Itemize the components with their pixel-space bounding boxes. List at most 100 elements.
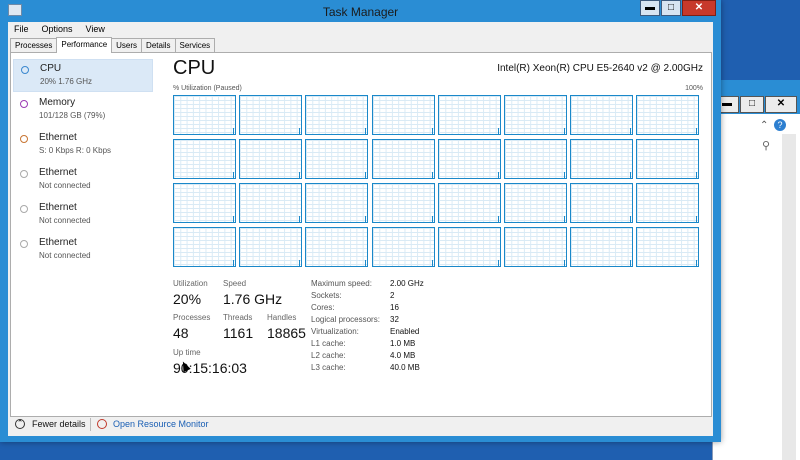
chevron-up-icon[interactable]: ⌃ bbox=[15, 419, 25, 429]
core-graph bbox=[371, 95, 435, 135]
core-graph bbox=[371, 183, 435, 223]
task-manager-window: Task Manager ▬ □ ✕ File Options View Pro… bbox=[0, 0, 721, 442]
tab-performance[interactable]: Performance bbox=[56, 37, 113, 53]
sidebar-item-memory[interactable]: Memory 101/128 GB (79%) bbox=[13, 94, 153, 127]
sidebar-item-ethernet[interactable]: Ethernet S: 0 Kbps R: 0 Kbps bbox=[13, 129, 153, 162]
resource-monitor-icon[interactable] bbox=[97, 419, 107, 429]
fewer-details-button[interactable]: Fewer details bbox=[32, 419, 86, 429]
sidebar-item-subtitle: 20% 1.76 GHz bbox=[40, 77, 93, 86]
menu-file[interactable]: File bbox=[14, 22, 29, 36]
close-button[interactable]: ✕ bbox=[682, 0, 716, 16]
core-graph-grid[interactable] bbox=[173, 95, 703, 267]
core-utilization-line bbox=[497, 216, 499, 222]
title-bar[interactable]: Task Manager ▬ □ ✕ bbox=[0, 0, 721, 22]
core-utilization-line bbox=[630, 172, 632, 178]
chevron-up-icon[interactable]: ⌃ bbox=[760, 120, 768, 131]
tab-details[interactable]: Details bbox=[141, 38, 176, 52]
sidebar-item-title: Ethernet bbox=[39, 167, 77, 178]
speed-value: 1.76 GHz bbox=[223, 291, 283, 307]
spec-label: Cores: bbox=[311, 303, 335, 312]
core-utilization-line bbox=[299, 260, 301, 266]
sidebar-item-ethernet[interactable]: Ethernet Not connected bbox=[13, 234, 153, 267]
core-graph bbox=[504, 95, 567, 135]
core-utilization-line bbox=[431, 260, 433, 266]
core-utilization-line bbox=[564, 172, 565, 178]
sidebar-item-title: Ethernet bbox=[39, 202, 77, 213]
core-utilization-line bbox=[497, 172, 499, 178]
core-utilization-line bbox=[365, 216, 367, 222]
core-utilization-line bbox=[233, 260, 234, 266]
handles-label: Handles bbox=[267, 313, 297, 322]
background-titlebar: ▬ □ ✕ bbox=[713, 80, 800, 114]
ethernet-icon bbox=[20, 135, 28, 143]
core-utilization-line bbox=[696, 172, 698, 178]
core-utilization-line bbox=[564, 260, 565, 266]
spec-label: L3 cache: bbox=[311, 363, 346, 372]
sidebar-item-subtitle: Not connected bbox=[39, 181, 91, 190]
core-graph bbox=[636, 139, 700, 179]
tab-services[interactable]: Services bbox=[174, 38, 216, 52]
core-graph bbox=[305, 183, 369, 223]
window-title: Task Manager bbox=[322, 5, 399, 19]
core-graph bbox=[305, 95, 369, 135]
core-graph bbox=[239, 95, 303, 135]
core-graph bbox=[239, 183, 303, 223]
core-graph bbox=[239, 139, 303, 179]
window-client: File Options View Processes Performance … bbox=[8, 22, 713, 436]
spec-value: 16 bbox=[390, 303, 399, 312]
sidebar-item-ethernet[interactable]: Ethernet Not connected bbox=[13, 199, 153, 232]
open-resource-monitor-link[interactable]: Open Resource Monitor bbox=[113, 419, 209, 429]
help-icon[interactable]: ? bbox=[774, 119, 786, 131]
tab-users[interactable]: Users bbox=[111, 38, 143, 52]
spec-value: 2.00 GHz bbox=[390, 279, 424, 288]
core-graph bbox=[636, 227, 700, 267]
footer: ⌃ Fewer details Open Resource Monitor bbox=[8, 417, 713, 435]
core-utilization-line bbox=[564, 216, 565, 222]
menu-view[interactable]: View bbox=[86, 22, 105, 36]
sidebar-item-title: Memory bbox=[39, 97, 76, 108]
resource-sidebar: CPU 20% 1.76 GHz Memory 101/128 GB (79%)… bbox=[11, 53, 155, 416]
memory-icon bbox=[20, 100, 28, 108]
handles-value: 18865 bbox=[267, 325, 306, 341]
performance-panel: CPU 20% 1.76 GHz Memory 101/128 GB (79%)… bbox=[10, 52, 712, 417]
core-graph bbox=[173, 183, 236, 223]
minimize-button[interactable]: ▬ bbox=[640, 0, 660, 16]
spec-label: L2 cache: bbox=[311, 351, 346, 360]
core-graph bbox=[305, 227, 369, 267]
sidebar-item-ethernet[interactable]: Ethernet Not connected bbox=[13, 164, 153, 197]
core-graph bbox=[305, 139, 369, 179]
background-scrollbar[interactable] bbox=[782, 134, 796, 460]
utilization-value: 20% bbox=[173, 291, 202, 307]
core-utilization-line bbox=[299, 172, 301, 178]
uptime-label: Up time bbox=[173, 348, 201, 357]
core-utilization-line bbox=[564, 128, 565, 134]
background-maximize-button[interactable]: □ bbox=[740, 96, 764, 113]
tab-processes[interactable]: Processes bbox=[10, 38, 58, 52]
utilization-label: Utilization bbox=[173, 279, 208, 288]
core-graph bbox=[570, 95, 634, 135]
core-graph bbox=[636, 183, 700, 223]
core-utilization-line bbox=[497, 260, 499, 266]
core-graph bbox=[173, 95, 236, 135]
sidebar-item-cpu[interactable]: CPU 20% 1.76 GHz bbox=[13, 59, 153, 92]
menu-options[interactable]: Options bbox=[42, 22, 73, 36]
threads-label: Threads bbox=[223, 313, 253, 322]
core-graph bbox=[437, 227, 501, 267]
core-graph bbox=[636, 95, 700, 135]
search-icon[interactable]: ⚲ bbox=[762, 139, 770, 152]
background-window-controls: ▬ □ ✕ bbox=[715, 96, 797, 113]
core-utilization-line bbox=[696, 216, 698, 222]
core-utilization-line bbox=[431, 172, 433, 178]
sidebar-item-subtitle: Not connected bbox=[39, 251, 91, 260]
sidebar-item-subtitle: S: 0 Kbps R: 0 Kbps bbox=[39, 146, 112, 155]
core-utilization-line bbox=[630, 216, 632, 222]
core-utilization-line bbox=[233, 172, 234, 178]
tab-bar: Processes Performance Users Details Serv… bbox=[10, 37, 216, 53]
sidebar-item-title: Ethernet bbox=[39, 132, 77, 143]
core-graph bbox=[239, 227, 303, 267]
background-close-button[interactable]: ✕ bbox=[765, 96, 797, 113]
core-graph bbox=[173, 139, 236, 179]
core-utilization-line bbox=[365, 172, 367, 178]
maximize-button[interactable]: □ bbox=[661, 0, 681, 16]
sidebar-item-subtitle: Not connected bbox=[39, 216, 91, 225]
